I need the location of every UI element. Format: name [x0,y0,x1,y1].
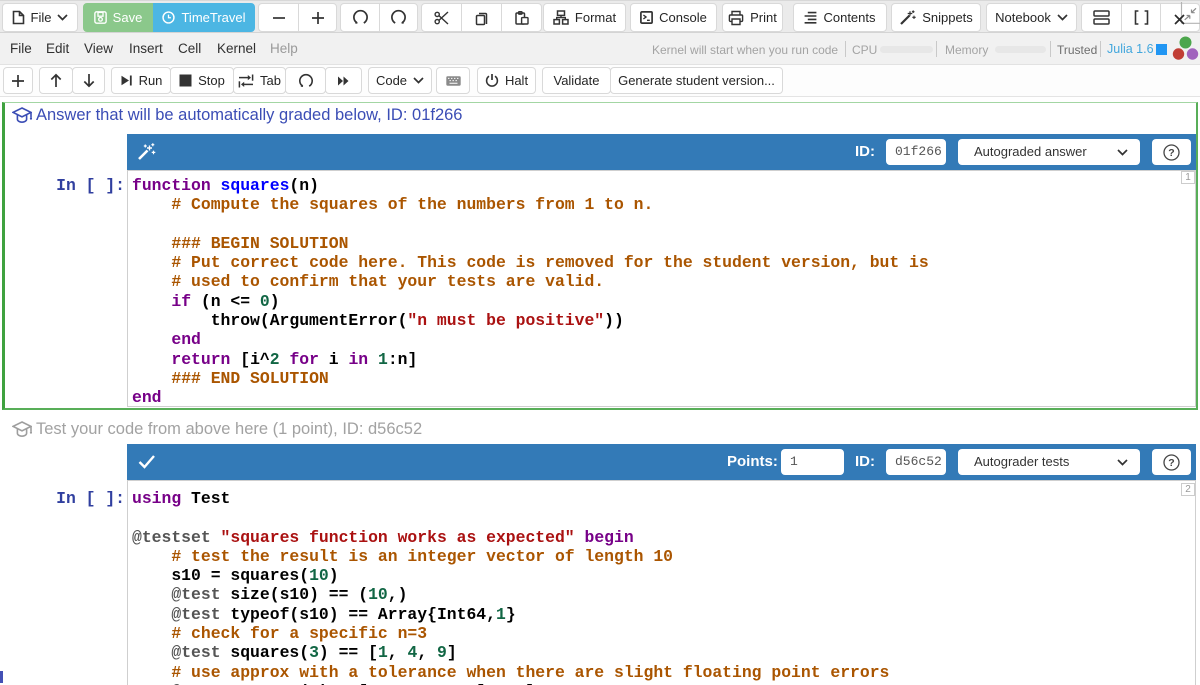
svg-text:?: ? [1168,457,1174,469]
svg-text:?: ? [1168,147,1174,159]
